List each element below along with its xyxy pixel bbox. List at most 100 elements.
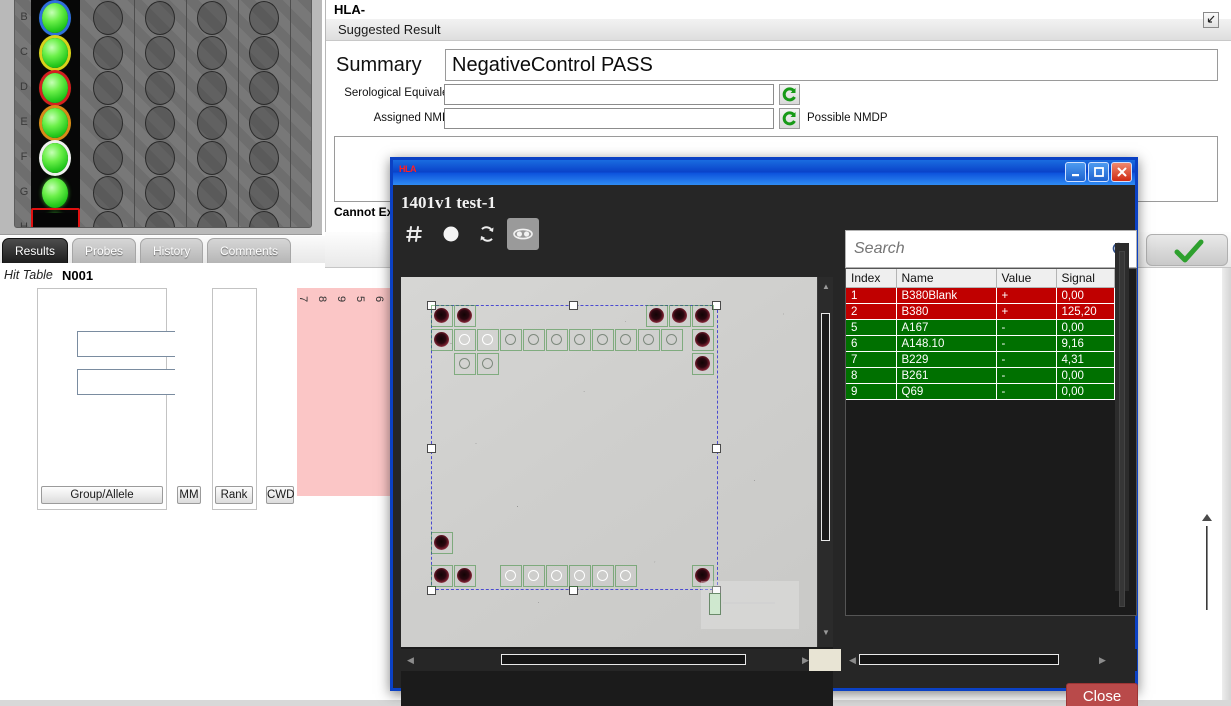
- close-button[interactable]: Close: [1066, 683, 1138, 706]
- plate-well-D5[interactable]: [249, 71, 279, 105]
- plate-well-F3[interactable]: [145, 141, 175, 175]
- column-header-value[interactable]: Value: [996, 269, 1057, 288]
- mm-button[interactable]: MM: [177, 486, 201, 504]
- circle-icon[interactable]: [435, 218, 467, 250]
- probe-ring: [505, 334, 516, 345]
- table-hscroll-thumb[interactable]: [859, 654, 1059, 665]
- serological-equivalent-input[interactable]: [444, 84, 774, 105]
- plate-well-E2[interactable]: [93, 106, 123, 140]
- selection-handle-bl[interactable]: [427, 586, 436, 595]
- dialog-titlebar[interactable]: HLA: [393, 160, 1135, 185]
- viewer-vertical-scrollbar[interactable]: ▲ ▼: [817, 277, 833, 647]
- assigned-nmdp-refresh-button[interactable]: [779, 108, 800, 129]
- tab-probes[interactable]: Probes: [72, 238, 137, 264]
- plate-well-G5[interactable]: [249, 176, 279, 210]
- close-window-button[interactable]: [1111, 162, 1132, 182]
- viewer-hscroll-thumb[interactable]: [501, 654, 746, 665]
- plate-well-B5[interactable]: [249, 1, 279, 35]
- table-row[interactable]: 1 B380Blank +0,00: [846, 287, 1115, 304]
- plate-well-B1[interactable]: [42, 3, 68, 33]
- table-horizontal-scrollbar[interactable]: ◀ ▶: [845, 649, 1137, 671]
- scroll-left-icon[interactable]: ◀: [406, 655, 415, 665]
- group-allele-button[interactable]: Group/Allele: [41, 486, 163, 504]
- table-scroll-left-icon[interactable]: ◀: [848, 655, 857, 665]
- search-bar[interactable]: [845, 230, 1137, 268]
- plate-well-C5[interactable]: [249, 36, 279, 70]
- table-row[interactable]: 6 A148.10-9,16: [846, 335, 1115, 352]
- confirm-button[interactable]: [1146, 234, 1228, 266]
- plate-well-D2[interactable]: [93, 71, 123, 105]
- tab-history[interactable]: History: [140, 238, 204, 264]
- probe-ring: [643, 334, 654, 345]
- plate-well-F4[interactable]: [197, 141, 227, 175]
- plate-well-C4[interactable]: [197, 36, 227, 70]
- probe-ring: [597, 334, 608, 345]
- search-input[interactable]: [852, 237, 1102, 261]
- plate-well-G1[interactable]: [42, 178, 68, 208]
- cwd-button[interactable]: CWD: [266, 486, 294, 504]
- selection-handle-tm[interactable]: [569, 301, 578, 310]
- scroll-up-arrow[interactable]: [1200, 512, 1214, 612]
- probe-results-table-wrapper[interactable]: Index Name Value Signal 1 B380Blank +0,00 2…: [845, 268, 1137, 616]
- assigned-nmdp-input[interactable]: [444, 108, 774, 129]
- plate-well-E5[interactable]: [249, 106, 279, 140]
- plate-well-B3[interactable]: [145, 1, 175, 35]
- array-spot: [649, 308, 664, 323]
- right-scrollbar[interactable]: [1222, 268, 1231, 706]
- table-scroll-right-icon[interactable]: ▶: [1098, 655, 1107, 665]
- zoom-slider-thumb[interactable]: [709, 593, 721, 615]
- plate-well-C1[interactable]: [42, 38, 68, 68]
- table-row[interactable]: 8 B261-0,00: [846, 367, 1115, 384]
- selection-handle-ml[interactable]: [427, 444, 436, 453]
- plate-well-E1[interactable]: [42, 108, 68, 138]
- plate-well-E4[interactable]: [197, 106, 227, 140]
- grid-hash-icon[interactable]: [399, 218, 431, 250]
- table-row[interactable]: 2 B380 +125,20: [846, 303, 1115, 320]
- table-row[interactable]: 5 A167-0,00: [846, 319, 1115, 336]
- minimize-button[interactable]: [1065, 162, 1086, 182]
- probe-ring: [574, 570, 585, 581]
- viewer-horizontal-scrollbar[interactable]: ◀ ▶: [401, 649, 817, 671]
- table-row[interactable]: 7 B229-4,31: [846, 351, 1115, 368]
- table-vertical-scrollbar[interactable]: [1115, 243, 1129, 607]
- refresh-icon[interactable]: [471, 218, 503, 250]
- plate-well-B4[interactable]: [197, 1, 227, 35]
- plate-well-F2[interactable]: [93, 141, 123, 175]
- selection-handle-mr[interactable]: [712, 444, 721, 453]
- summary-value[interactable]: NegativeControl PASS: [445, 49, 1218, 81]
- plate-well-G2[interactable]: [93, 176, 123, 210]
- viewer-vscroll-thumb[interactable]: [821, 313, 830, 541]
- restore-icon[interactable]: [1203, 12, 1219, 28]
- plate-well-grid[interactable]: [31, 0, 311, 227]
- plate-well-B2[interactable]: [93, 1, 123, 35]
- zoom-slider-track[interactable]: [723, 602, 775, 604]
- plate-well-E3[interactable]: [145, 106, 175, 140]
- table-vscroll-thumb[interactable]: [1119, 251, 1125, 607]
- plate-well-C3[interactable]: [145, 36, 175, 70]
- plate-well-D4[interactable]: [197, 71, 227, 105]
- table-row[interactable]: 9 Q69-0,00: [846, 383, 1115, 400]
- maximize-button[interactable]: [1088, 162, 1109, 182]
- column-header-signal[interactable]: Signal: [1056, 269, 1115, 288]
- app-root: B C D E F G H Results Probes History Comments Hit…: [0, 0, 1231, 706]
- column-header-name[interactable]: Name: [896, 269, 997, 288]
- tab-comments[interactable]: Comments: [207, 238, 292, 264]
- plate-well-G3[interactable]: [145, 176, 175, 210]
- plate-well-C2[interactable]: [93, 36, 123, 70]
- microarray-image[interactable]: [401, 277, 817, 647]
- plate-well-F1[interactable]: [42, 143, 68, 173]
- tab-results[interactable]: Results: [2, 238, 69, 264]
- serological-refresh-button[interactable]: [779, 84, 800, 105]
- rank-button[interactable]: Rank: [215, 486, 253, 504]
- plate-image[interactable]: B C D E F G H: [14, 0, 312, 228]
- scroll-up-icon[interactable]: ▲: [822, 283, 830, 291]
- plate-well-G4[interactable]: [197, 176, 227, 210]
- plate-well-D1[interactable]: [42, 73, 68, 103]
- eye-icon[interactable]: [507, 218, 539, 250]
- scroll-down-icon[interactable]: ▼: [822, 629, 830, 637]
- plate-well-F5[interactable]: [249, 141, 279, 175]
- plate-well-D3[interactable]: [145, 71, 175, 105]
- column-header-index[interactable]: Index: [846, 269, 897, 288]
- microarray-viewer[interactable]: ▲ ▼: [401, 277, 833, 706]
- selection-handle-bm[interactable]: [569, 586, 578, 595]
